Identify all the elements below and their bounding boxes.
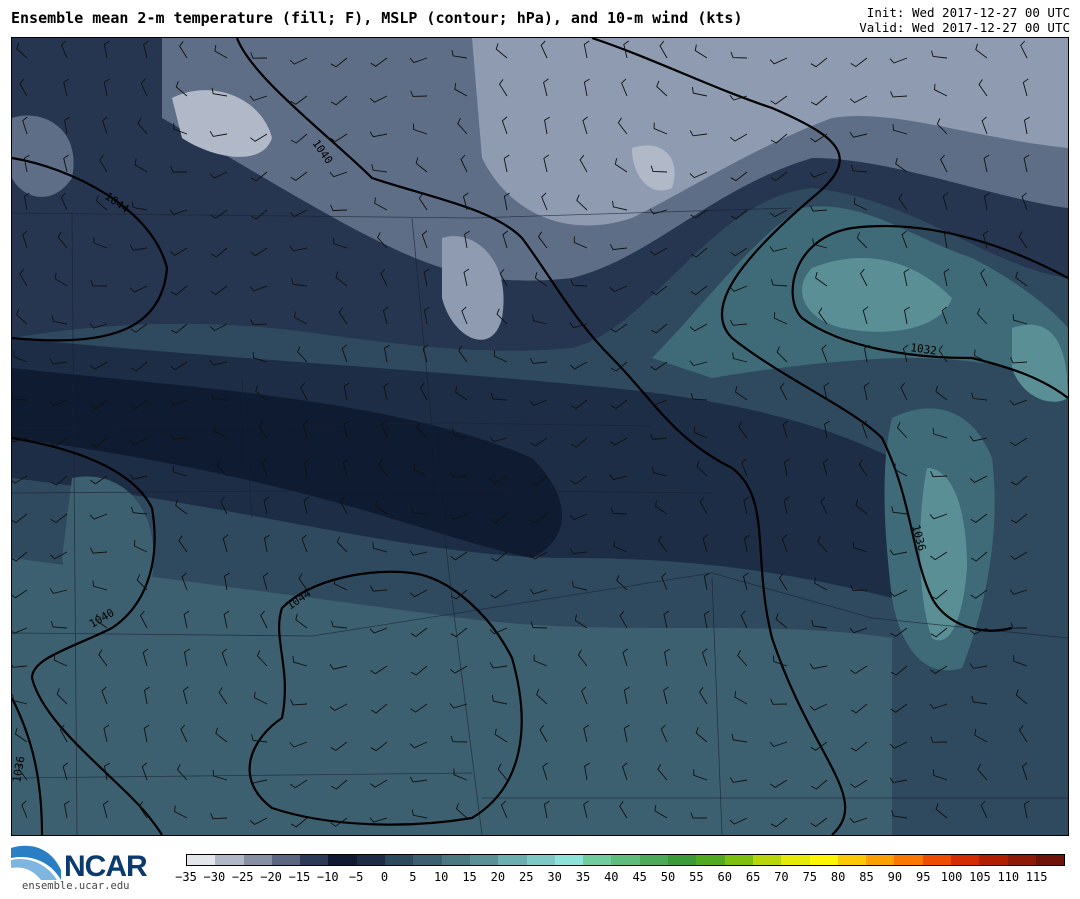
colorbar-tick-label: 15 (462, 870, 477, 884)
valid-time: Valid: Wed 2017-12-27 00 UTC (859, 20, 1070, 35)
colorbar (186, 854, 1065, 866)
colorbar-cell (696, 855, 725, 865)
colorbar-tick-label: 10 (433, 870, 449, 884)
colorbar-cell (215, 855, 244, 865)
colorbar-tick-label: 110 (997, 870, 1020, 884)
colorbar-cell (469, 855, 499, 865)
colorbar-tick-label: −5 (348, 870, 364, 884)
colorbar-tick-label: 95 (915, 870, 931, 884)
colorbar-tick-label: 105 (969, 870, 991, 884)
colorbar-cell (752, 855, 782, 865)
colorbar-tick-label: 20 (490, 870, 506, 884)
colorbar-tick-label: 0 (380, 870, 389, 884)
map-title: Ensemble mean 2-m temperature (fill; F),… (11, 9, 743, 27)
colorbar-tick-label: 90 (887, 870, 903, 884)
colorbar-tick-label: 65 (745, 870, 761, 884)
colorbar-cell (498, 855, 527, 865)
colorbar-tick-label: 115 (1025, 870, 1048, 884)
colorbar-cell (922, 855, 952, 865)
colorbar-tick-label: 85 (859, 870, 874, 884)
colorbar-cell (300, 855, 329, 865)
colorbar-tick-label: −20 (260, 870, 282, 884)
colorbar-tick-label: −25 (231, 870, 254, 884)
colorbar-tick-label: 45 (632, 870, 647, 884)
colorbar-tick-label: 100 (940, 870, 963, 884)
colorbar-cell (385, 855, 414, 865)
colorbar-tick-label: −15 (288, 870, 311, 884)
colorbar-cell (724, 855, 753, 865)
colorbar-cell (668, 855, 697, 865)
colorbar-cell (413, 855, 442, 865)
colorbar-tick-label: −35 (175, 870, 197, 884)
colorbar-cell (356, 855, 386, 865)
ncar-url: ensemble.ucar.edu (22, 880, 130, 892)
colorbar-cell (441, 855, 470, 865)
colorbar-cell (979, 855, 1008, 865)
colorbar-cell (583, 855, 612, 865)
colorbar-cell (951, 855, 980, 865)
colorbar-ticks: −35 −30 −25 −20 −15 −10 −5 0 5 10 15 20 25 30 35 40 45 50… (175, 870, 1065, 886)
colorbar-tick-label: 50 (660, 870, 676, 884)
colorbar-tick-label: −10 (316, 870, 339, 884)
colorbar-tick-label: 75 (802, 870, 818, 884)
colorbar-cell (554, 855, 584, 865)
colorbar-cell (1007, 855, 1036, 865)
map-canvas: 1044 1040 1032 1036 1040 1044 1036 (12, 38, 1068, 835)
colorbar-tick-label: 55 (689, 870, 704, 884)
colorbar-cell (894, 855, 923, 865)
colorbar-cell (809, 855, 838, 865)
colorbar-cell (271, 855, 301, 865)
colorbar-cell (526, 855, 555, 865)
colorbar-tick-label: 5 (409, 870, 417, 884)
colorbar-tick-label: 60 (717, 870, 732, 884)
colorbar-tick-label: 30 (547, 870, 562, 884)
colorbar-tick-label: 35 (575, 870, 591, 884)
colorbar-tick-label: 40 (604, 870, 619, 884)
colorbar-cell (837, 855, 867, 865)
ncar-logo-text: NCAR (64, 850, 148, 883)
colorbar-cell (243, 855, 272, 865)
colorbar-tick-label: −30 (203, 870, 226, 884)
forecast-map[interactable]: 1044 1040 1032 1036 1040 1044 1036 (11, 37, 1069, 836)
colorbar-cell (328, 855, 357, 865)
init-valid-times: Init: Wed 2017-12-27 00 UTC Valid: Wed 2… (859, 5, 1070, 35)
colorbar-tick-label: 80 (830, 870, 846, 884)
colorbar-cell (866, 855, 895, 865)
colorbar-cell (1035, 855, 1065, 865)
init-time: Init: Wed 2017-12-27 00 UTC (866, 5, 1070, 20)
colorbar-cell (187, 855, 216, 865)
colorbar-tick-label: 70 (774, 870, 789, 884)
colorbar-cell (781, 855, 810, 865)
colorbar-tick-label: 25 (519, 870, 534, 884)
colorbar-cell (639, 855, 669, 865)
colorbar-cell (611, 855, 640, 865)
